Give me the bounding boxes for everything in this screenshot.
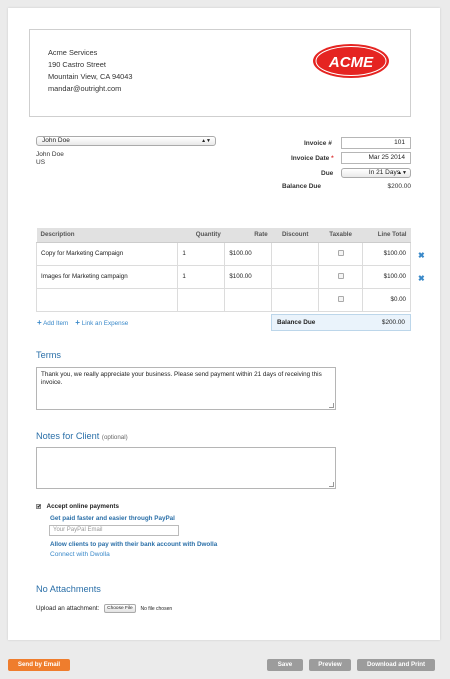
accept-payments-label: Accept online payments — [46, 503, 119, 510]
resize-handle-icon[interactable] — [329, 482, 334, 487]
quantity-cell[interactable]: 1 — [177, 241, 226, 266]
balance-due-label: Balance Due — [282, 183, 322, 190]
choose-file-button[interactable]: Choose File — [104, 604, 136, 613]
client-country: US — [36, 159, 46, 166]
acme-logo: ACME — [313, 44, 389, 78]
col-taxable: Taxable — [318, 228, 363, 243]
line-total-cell: $100.00 — [362, 241, 411, 266]
line-total-cell: $0.00 — [362, 287, 411, 312]
taxable-cell — [318, 287, 364, 312]
connect-dwolla-link[interactable]: Connect with Dwolla — [50, 551, 110, 558]
table-row: Images for Marketing campaign 1 $100.00 … — [35, 264, 411, 289]
terms-text: Thank you, we really appreciate your bus… — [41, 371, 322, 386]
invoice-date-input[interactable]: Mar 25 2014 — [341, 152, 411, 164]
delete-row-icon[interactable]: ✖ — [418, 274, 425, 283]
due-select-value: In 21 Days — [368, 169, 400, 176]
file-status: No file chosen — [140, 606, 173, 613]
select-arrows-icon: ▲▼ — [397, 170, 407, 176]
svg-text:ACME: ACME — [328, 54, 374, 71]
description-cell[interactable]: Images for Marketing campaign — [35, 264, 179, 289]
save-button[interactable]: Save — [267, 659, 303, 671]
optional-label: (optional) — [101, 434, 128, 441]
col-quantity: Quantity — [177, 228, 225, 243]
invoice-date-label: Invoice Date * — [291, 155, 334, 162]
table-balance-value: $200.00 — [381, 319, 405, 326]
line-total-cell: $100.00 — [362, 264, 411, 289]
delete-row-icon[interactable]: ✖ — [418, 251, 425, 260]
table-header-row: Description Quantity Rate Discount Taxab… — [36, 228, 411, 243]
preview-button[interactable]: Preview — [309, 659, 351, 671]
description-cell[interactable]: Copy for Marketing Campaign — [35, 241, 179, 266]
company-info-box[interactable]: Acme Services 190 Castro Street Mountain… — [29, 29, 411, 117]
taxable-checkbox[interactable] — [337, 296, 344, 303]
paypal-email-input[interactable]: Your PayPal Email — [49, 525, 179, 536]
attachments-heading: No Attachments — [36, 584, 101, 594]
rate-cell[interactable]: $100.00 — [224, 241, 273, 266]
plus-icon: + — [37, 318, 42, 327]
discount-cell[interactable] — [271, 264, 320, 289]
table-row: $0.00 — [35, 287, 411, 312]
taxable-checkbox[interactable] — [337, 273, 344, 280]
client-name: John Doe — [36, 151, 64, 158]
col-line-total: Line Total — [362, 228, 411, 243]
send-by-email-button[interactable]: Send by Email — [8, 659, 70, 671]
accept-payments-row[interactable]: ✔ Accept online payments — [36, 503, 119, 510]
client-details: John Doe US — [36, 151, 64, 167]
table-balance-label: Balance Due — [277, 319, 316, 326]
col-discount: Discount — [271, 228, 319, 243]
client-select[interactable]: John Doe ▲▼ — [36, 136, 216, 146]
description-cell[interactable] — [35, 287, 179, 312]
rate-cell[interactable] — [224, 287, 273, 312]
invoice-number-label: Invoice # — [304, 140, 332, 147]
discount-cell[interactable] — [271, 287, 320, 312]
notes-heading: Notes for Client (optional) — [36, 431, 128, 441]
due-select[interactable]: In 21 Days ▲▼ — [341, 168, 411, 178]
col-description: Description — [36, 228, 178, 243]
company-city: Mountain View, CA 94043 — [48, 72, 133, 81]
balance-due-value: $200.00 — [387, 183, 412, 190]
resize-handle-icon[interactable] — [329, 403, 334, 408]
client-select-value: John Doe — [42, 137, 70, 144]
download-print-button[interactable]: Download and Print — [357, 659, 435, 671]
add-item-link[interactable]: + Add Item — [37, 318, 68, 327]
table-balance-due: Balance Due $200.00 — [271, 314, 411, 331]
taxable-cell — [318, 264, 364, 289]
plus-icon: + — [75, 318, 80, 327]
upload-label: Upload an attachment: — [36, 605, 100, 613]
notes-title: Notes for Client — [36, 431, 100, 441]
select-arrows-icon: ▲▼ — [201, 138, 211, 144]
rate-cell[interactable]: $100.00 — [224, 264, 273, 289]
upload-row: Upload an attachment: Choose File No fil… — [36, 604, 172, 613]
discount-cell[interactable] — [271, 241, 320, 266]
dwolla-heading: Allow clients to pay with their bank acc… — [50, 541, 218, 548]
due-label: Due — [321, 170, 334, 177]
line-items-table: Description Quantity Rate Discount Taxab… — [35, 228, 411, 312]
required-marker: * — [331, 155, 334, 162]
taxable-checkbox[interactable] — [337, 250, 344, 257]
terms-heading: Terms — [36, 350, 62, 360]
company-street: 190 Castro Street — [48, 60, 106, 69]
quantity-cell[interactable] — [177, 287, 226, 312]
company-email: mandar@outright.com — [48, 84, 122, 93]
paypal-heading: Get paid faster and easier through PayPa… — [50, 515, 175, 522]
col-rate: Rate — [224, 228, 272, 243]
accept-payments-checkbox[interactable]: ✔ — [36, 503, 41, 509]
terms-textarea[interactable]: Thank you, we really appreciate your bus… — [36, 367, 336, 410]
company-address: Acme Services 190 Castro Street Mountain… — [48, 47, 133, 95]
company-name: Acme Services — [48, 48, 98, 57]
quantity-cell[interactable]: 1 — [177, 264, 226, 289]
table-row: Copy for Marketing Campaign 1 $100.00 $1… — [35, 241, 411, 266]
invoice-number-input[interactable]: 101 — [341, 137, 411, 149]
taxable-cell — [318, 241, 364, 266]
link-expense-link[interactable]: + Link an Expense — [75, 318, 128, 327]
add-links: + Add Item + Link an Expense — [37, 318, 128, 327]
notes-textarea[interactable] — [36, 447, 336, 489]
